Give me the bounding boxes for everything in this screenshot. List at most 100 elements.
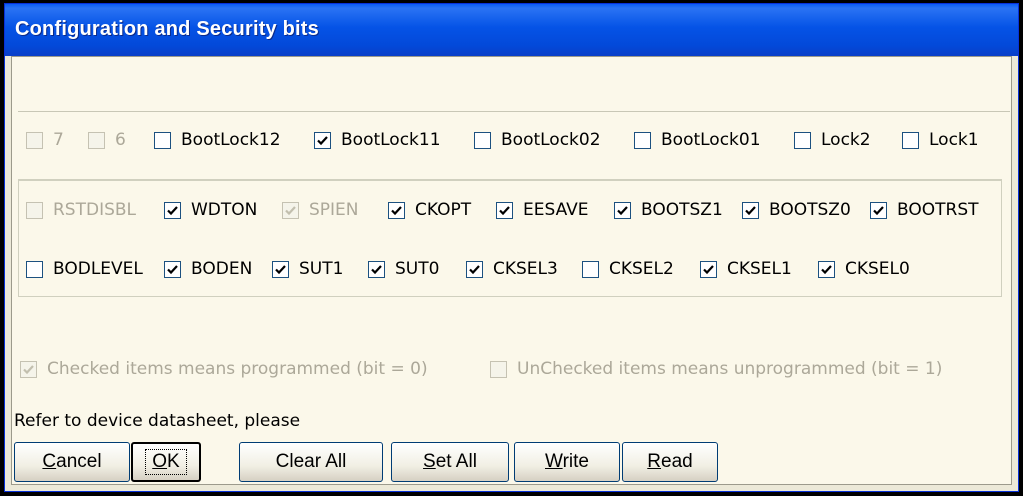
checkbox-icon[interactable]	[154, 131, 171, 149]
checkbox-label: CKSEL0	[845, 259, 910, 279]
checkmark-icon[interactable]	[742, 201, 759, 219]
legend-checked-label: Checked items means programmed (bit = 0)	[47, 359, 428, 379]
checkbox-label: BootLock02	[501, 130, 601, 150]
checkbox-cksel0[interactable]: CKSEL0	[818, 256, 910, 282]
checkbox-label: SUT1	[299, 259, 344, 279]
checkbox-icon[interactable]	[474, 131, 491, 149]
checkbox-icon[interactable]	[902, 131, 919, 149]
checkmark-icon[interactable]	[388, 201, 405, 219]
checkbox-label: BOOTSZ0	[769, 200, 851, 220]
checkbox-bootsz1[interactable]: BOOTSZ1	[614, 197, 723, 223]
read-mnemonic: R	[647, 451, 662, 472]
checkbox-7: 7	[26, 127, 64, 153]
checkmark-icon[interactable]	[614, 201, 631, 219]
cancel-mnemonic: C	[42, 451, 57, 472]
checkbox-icon	[26, 201, 43, 219]
checkbox-bootlock12[interactable]: BootLock12	[154, 127, 281, 153]
checkbox-label: CKSEL1	[727, 259, 792, 279]
title-bar[interactable]: Configuration and Security bits	[5, 4, 1018, 56]
checkbox-bootrst[interactable]: BOOTRST	[870, 197, 979, 223]
checkbox-cksel2[interactable]: CKSEL2	[582, 256, 674, 282]
checkbox-lock1[interactable]: Lock1	[902, 127, 979, 153]
cancel-label: Cancel	[42, 451, 101, 473]
clear-all-button[interactable]: Clear All	[239, 442, 383, 482]
set-all-mnemonic: S	[423, 451, 436, 472]
checkmark-icon[interactable]	[272, 260, 289, 278]
checkbox-label: CKSEL3	[493, 259, 558, 279]
checkbox-sut1[interactable]: SUT1	[272, 256, 343, 282]
lock-bits-separator	[18, 111, 1010, 112]
checkbox-icon[interactable]	[794, 131, 811, 149]
checkbox-6: 6	[88, 127, 126, 153]
read-label-rest: ead	[661, 451, 693, 472]
ok-button[interactable]: OK	[131, 442, 201, 482]
checkbox-icon[interactable]	[634, 131, 651, 149]
ok-focus-rect: OK	[145, 449, 187, 475]
checkbox-label: BOOTRST	[897, 200, 979, 220]
ok-mnemonic: O	[152, 451, 168, 472]
legend-checked: Checked items means programmed (bit = 0)	[20, 356, 428, 382]
set-all-label: Set All	[423, 451, 477, 473]
legend-unchecked-label: UnChecked items means unprogrammed (bit …	[517, 359, 943, 379]
write-label: Write	[545, 451, 589, 473]
set-all-label-rest: et All	[435, 451, 477, 472]
write-mnemonic: W	[545, 451, 563, 472]
checkmark-icon[interactable]	[314, 131, 331, 149]
cancel-label-rest: ancel	[56, 451, 102, 472]
checkbox-label: BOOTSZ1	[641, 200, 723, 220]
checkbox-icon[interactable]	[26, 260, 43, 278]
set-all-button[interactable]: Set All	[391, 442, 509, 482]
checkbox-label: SPIEN	[309, 200, 359, 220]
checkbox-icon	[490, 360, 507, 378]
legend-unchecked: UnChecked items means unprogrammed (bit …	[490, 356, 942, 382]
checkbox-label: BODLEVEL	[53, 259, 143, 279]
checkmark-icon[interactable]	[466, 260, 483, 278]
checkbox-lock2[interactable]: Lock2	[794, 127, 871, 153]
checkbox-bootlock01[interactable]: BootLock01	[634, 127, 761, 153]
checkmark-icon[interactable]	[870, 201, 887, 219]
checkmark-icon[interactable]	[164, 260, 181, 278]
checkbox-icon	[88, 131, 105, 149]
checkbox-eesave[interactable]: EESAVE	[496, 197, 589, 223]
checkbox-label: Lock1	[929, 130, 979, 150]
checkbox-label: 6	[115, 130, 126, 150]
write-label-rest: rite	[562, 451, 589, 472]
checkbox-wdton[interactable]: WDTON	[164, 197, 257, 223]
clear-all-label: Clear All	[275, 451, 347, 472]
checkbox-sut0[interactable]: SUT0	[368, 256, 439, 282]
checkbox-cksel3[interactable]: CKSEL3	[466, 256, 558, 282]
checkmark-icon[interactable]	[496, 201, 513, 219]
checkbox-rstdisbl: RSTDISBL	[26, 197, 136, 223]
checkbox-bootlock02[interactable]: BootLock02	[474, 127, 601, 153]
checkbox-label: CKSEL2	[609, 259, 674, 279]
checkbox-bootlock11[interactable]: BootLock11	[314, 127, 441, 153]
checkmark-icon[interactable]	[818, 260, 835, 278]
read-button[interactable]: Read	[622, 442, 718, 482]
checkbox-ckopt[interactable]: CKOPT	[388, 197, 471, 223]
write-button[interactable]: Write	[514, 442, 620, 482]
checkmark-icon[interactable]	[700, 260, 717, 278]
checkbox-label: BootLock12	[181, 130, 281, 150]
checkbox-label: WDTON	[191, 200, 258, 220]
checkmark-icon[interactable]	[368, 260, 385, 278]
read-label: Read	[647, 451, 692, 473]
checkbox-label: Lock2	[821, 130, 871, 150]
checkbox-icon	[20, 360, 37, 378]
cancel-button[interactable]: Cancel	[14, 442, 130, 482]
checkbox-icon[interactable]	[582, 260, 599, 278]
checkbox-bootsz0[interactable]: BOOTSZ0	[742, 197, 851, 223]
checkmark-icon	[282, 201, 299, 219]
checkbox-spien: SPIEN	[282, 197, 359, 223]
checkmark-icon[interactable]	[164, 201, 181, 219]
checkbox-label: BODEN	[191, 259, 253, 279]
dialog-body: 7 6 BootLock12 BootLock11 BootLock02 BootLock…	[11, 56, 1012, 485]
checkbox-label: EESAVE	[523, 200, 589, 220]
checkbox-cksel1[interactable]: CKSEL1	[700, 256, 792, 282]
checkbox-boden[interactable]: BODEN	[164, 256, 252, 282]
checkbox-bodlevel[interactable]: BODLEVEL	[26, 256, 143, 282]
window-title: Configuration and Security bits	[15, 18, 319, 40]
ok-label-rest: K	[167, 451, 180, 472]
checkbox-label: BootLock11	[341, 130, 441, 150]
config-security-dialog: Configuration and Security bits 7 6 BootLo…	[4, 3, 1019, 492]
datasheet-notice: Refer to device datasheet, please	[14, 411, 301, 431]
